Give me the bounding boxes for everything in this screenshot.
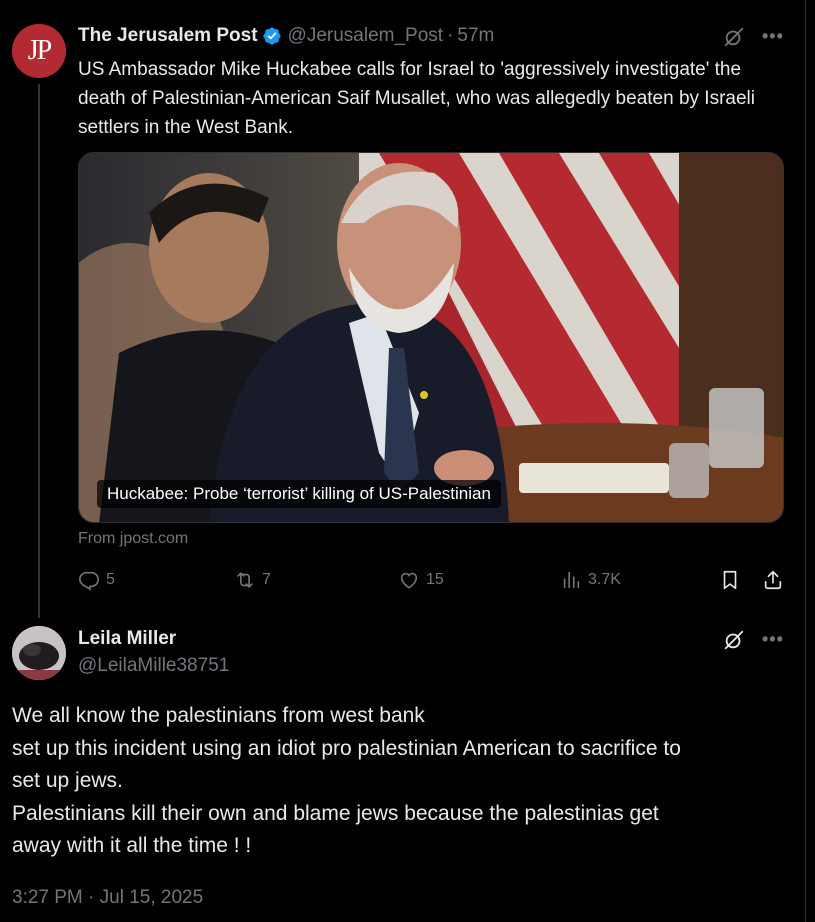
reply-text-line: set up jews. [12, 769, 123, 792]
author-name[interactable]: The Jerusalem Post [78, 25, 258, 47]
avatar-photo [12, 626, 66, 680]
tweet-text: US Ambassador Mike Huckabee calls for Is… [78, 59, 755, 138]
reply-text-line: Palestinians kill their own and blame je… [12, 801, 659, 825]
tweet-header: The Jerusalem Post @Jerusalem_Post · 57m [78, 24, 494, 48]
reply-author-avatar[interactable] [12, 626, 66, 680]
reply-text-line: set up this incident using an idiot pro … [12, 736, 681, 760]
reply-text: We all know the palestinians from west b… [12, 700, 797, 863]
tweet-time[interactable]: 57m [457, 25, 494, 47]
like-button[interactable]: 15 [398, 565, 444, 595]
reply-count: 5 [106, 571, 115, 588]
parent-tweet[interactable]: JP The Jerusalem Post @Jerusalem_Post · … [0, 0, 805, 618]
link-card-image[interactable]: Huckabee: Probe ‘terrorist’ killing of U… [78, 152, 784, 523]
grok-icon[interactable] [723, 26, 745, 48]
column-border [805, 0, 806, 922]
share-button[interactable] [762, 565, 784, 595]
bookmark-icon [723, 570, 737, 590]
repost-count: 7 [262, 571, 271, 588]
views-icon [563, 571, 580, 589]
author-avatar[interactable]: JP [12, 24, 66, 78]
news-photo [79, 153, 783, 522]
views-count: 3.7K [588, 571, 621, 588]
like-icon [400, 572, 418, 589]
reply-author-handle[interactable]: @LeilaMille38751 [78, 655, 229, 677]
separator-dot: · [447, 25, 454, 46]
card-caption: Huckabee: Probe ‘terrorist’ killing of U… [97, 480, 501, 508]
repost-button[interactable]: 7 [234, 565, 271, 595]
like-count: 15 [426, 571, 444, 588]
repost-icon [237, 572, 253, 588]
reply-timestamp[interactable]: 3:27 PM · Jul 15, 2025 [12, 887, 203, 909]
views-button[interactable]: 3.7K [560, 565, 621, 595]
share-icon [764, 570, 782, 590]
more-icon[interactable]: ••• [762, 629, 784, 650]
verified-badge-icon[interactable] [262, 26, 282, 46]
reply-text-line: We all know the palestinians from west b… [12, 704, 425, 727]
reply-author-name[interactable]: Leila Miller [78, 628, 176, 650]
reply-icon [79, 571, 99, 591]
reply-button[interactable]: 5 [78, 565, 115, 595]
action-bar: 5 7 15 3.7K [78, 565, 788, 595]
more-icon[interactable]: ••• [762, 26, 784, 47]
bookmark-button[interactable] [719, 565, 741, 595]
avatar-logo-text: JP [27, 35, 53, 66]
thread-connector-line [38, 84, 40, 618]
grok-icon[interactable] [723, 629, 745, 651]
author-handle[interactable]: @Jerusalem_Post [288, 25, 444, 47]
reply-text-line: away with it all the time ! ! [12, 834, 252, 857]
card-source[interactable]: From jpost.com [78, 530, 188, 548]
